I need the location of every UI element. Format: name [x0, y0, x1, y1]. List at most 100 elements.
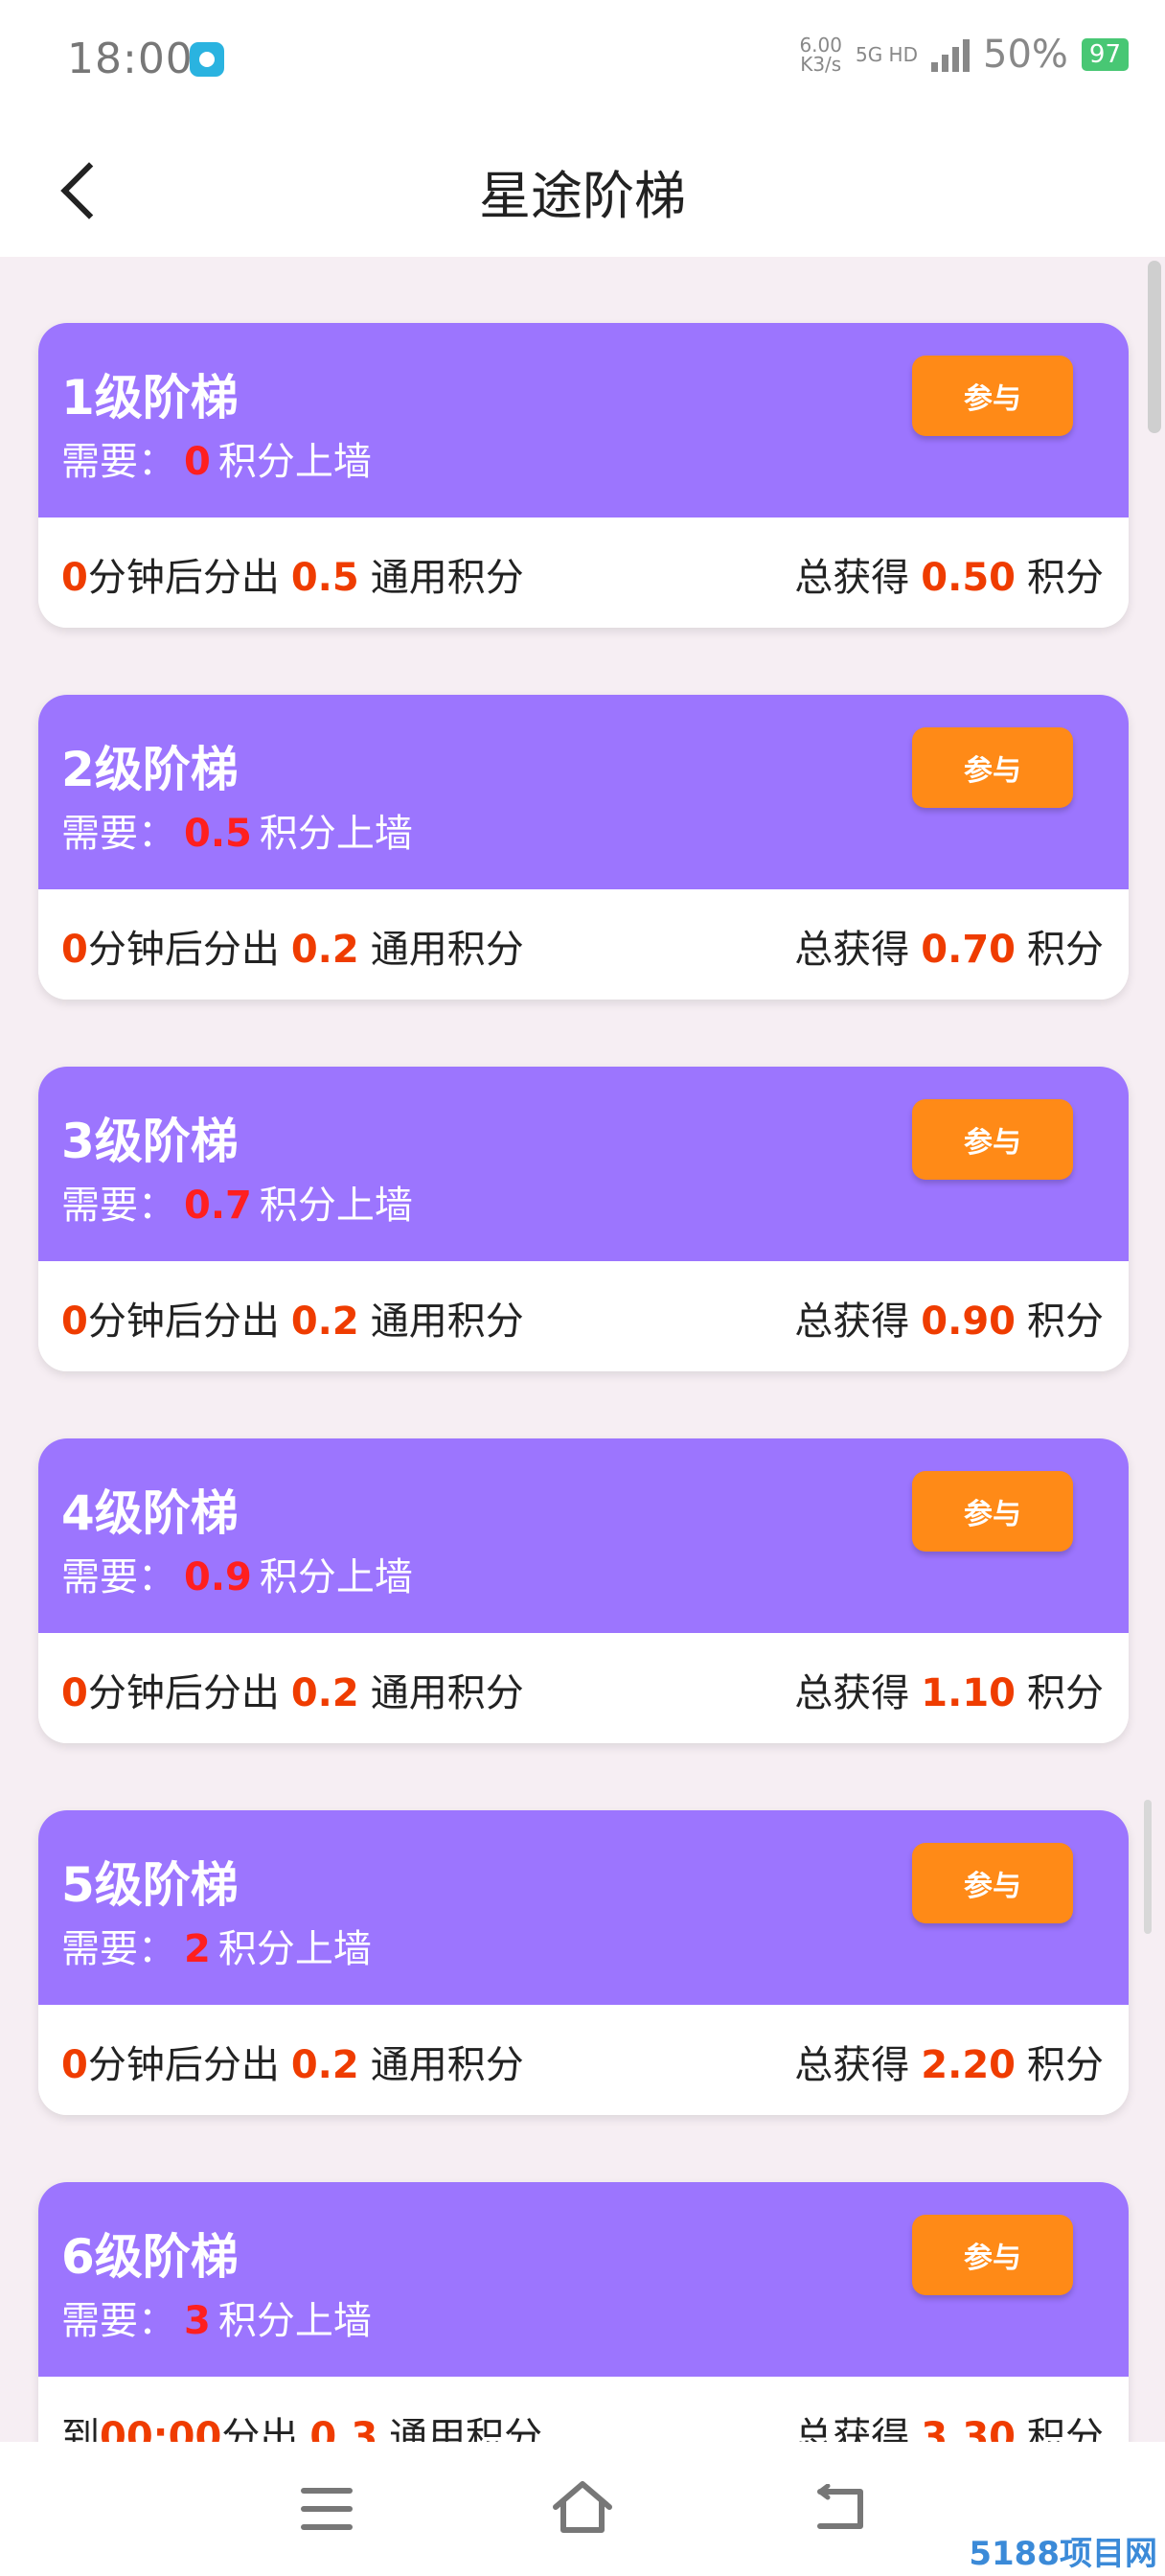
requirement-suffix: 积分上墙: [259, 812, 413, 856]
payout-timing: 分钟后分出: [87, 556, 280, 600]
tier-name: 2级阶梯: [61, 742, 239, 797]
watermark: 5188项目网: [969, 2535, 1157, 2573]
general-points-label: 通用积分: [370, 928, 524, 972]
total-value: 1.10: [921, 1671, 1016, 1715]
net-speed-unit: K3/s: [800, 53, 842, 76]
app-notification-icon: [190, 42, 224, 77]
net-speed: 6.00 K3/s: [799, 35, 842, 74]
requirement-value: 2: [184, 1927, 211, 1971]
payout-info: 0分钟后分出 0.2 通用积分: [61, 1290, 524, 1346]
requirement-suffix: 积分上墙: [259, 1184, 413, 1228]
net-speed-value: 6.00: [799, 34, 842, 57]
requirement-suffix: 积分上墙: [259, 1555, 413, 1599]
requirement-prefix: 需要：: [61, 2299, 176, 2343]
join-button[interactable]: 参与: [912, 1843, 1073, 1923]
tier-card-header: 5级阶梯 需要： 2 积分上墙 参与: [38, 1810, 1129, 2005]
tier-name: 6级阶梯: [61, 2229, 239, 2285]
join-button[interactable]: 参与: [912, 1471, 1073, 1552]
payout-amount: 0.2: [290, 2043, 359, 2087]
tier-card-header: 3级阶梯 需要： 0.7 积分上墙 参与: [38, 1067, 1129, 1261]
requirement-value: 0.9: [184, 1555, 252, 1599]
total-label: 总获得: [794, 1300, 910, 1344]
tier-card: 4级阶梯 需要： 0.9 积分上墙 参与 0分钟后分出 0.2 通用积分 总获得 1.10…: [38, 1438, 1129, 1743]
total-info: 总获得 0.50 积分: [794, 546, 1104, 602]
tier-name: 3级阶梯: [61, 1114, 239, 1169]
tier-name: 1级阶梯: [61, 370, 239, 426]
requirement-value: 3: [184, 2299, 211, 2343]
payout-minutes: 0: [61, 928, 88, 972]
points-label: 积分: [1027, 1300, 1104, 1344]
status-time: 18:00: [67, 34, 194, 83]
payout-amount: 0.2: [290, 928, 359, 972]
payout-minutes: 0: [61, 1300, 88, 1344]
total-info: 总获得 0.90 积分: [794, 1290, 1104, 1346]
join-button[interactable]: 参与: [912, 727, 1073, 808]
tier-card: 1级阶梯 需要： 0 积分上墙 参与 0分钟后分出 0.5 通用积分 总获得 0.50 积分: [38, 323, 1129, 628]
payout-timing: 分钟后分出: [87, 1671, 280, 1715]
menu-icon[interactable]: [301, 2488, 353, 2530]
battery-icon: 97: [1081, 38, 1129, 71]
tier-card-footer: 0分钟后分出 0.2 通用积分 总获得 2.20 积分: [38, 2005, 1129, 2115]
payout-minutes: 0: [61, 2043, 88, 2087]
requirement-value: 0.5: [184, 812, 252, 856]
payout-timing: 分钟后分出: [87, 2043, 280, 2087]
page-title: 星途阶梯: [479, 166, 686, 226]
join-button[interactable]: 参与: [912, 356, 1073, 436]
scrollbar-thumb[interactable]: [1148, 261, 1161, 433]
total-label: 总获得: [794, 1671, 910, 1715]
payout-timing: 分钟后分出: [87, 928, 280, 972]
scrollbar-indicator[interactable]: [1144, 1800, 1152, 1934]
tier-card: 2级阶梯 需要： 0.5 积分上墙 参与 0分钟后分出 0.2 通用积分 总获得 0.70…: [38, 695, 1129, 1000]
points-label: 积分: [1027, 556, 1104, 600]
payout-info: 0分钟后分出 0.2 通用积分: [61, 2034, 524, 2089]
tier-card-footer: 0分钟后分出 0.2 通用积分 总获得 0.70 积分: [38, 889, 1129, 1000]
payout-amount: 0.2: [290, 1671, 359, 1715]
requirement-prefix: 需要：: [61, 812, 176, 856]
status-right: 6.00 K3/s 5G HD 50% 97: [799, 33, 1129, 77]
points-label: 积分: [1027, 1671, 1104, 1715]
nav-back-icon[interactable]: [812, 2484, 870, 2534]
signal-icon: [931, 37, 970, 72]
home-icon[interactable]: [550, 2478, 615, 2536]
payout-info: 0分钟后分出 0.2 通用积分: [61, 1662, 524, 1717]
tier-card: 3级阶梯 需要： 0.7 积分上墙 参与 0分钟后分出 0.2 通用积分 总获得 0.90…: [38, 1067, 1129, 1371]
payout-info: 0分钟后分出 0.5 通用积分: [61, 546, 524, 602]
tier-name: 4级阶梯: [61, 1485, 239, 1541]
total-label: 总获得: [794, 928, 910, 972]
join-button[interactable]: 参与: [912, 2215, 1073, 2295]
general-points-label: 通用积分: [370, 1671, 524, 1715]
requirement-suffix: 积分上墙: [217, 2299, 372, 2343]
payout-amount: 0.5: [290, 556, 359, 600]
tier-card-footer: 0分钟后分出 0.5 通用积分 总获得 0.50 积分: [38, 518, 1129, 628]
tier-card-footer: 0分钟后分出 0.2 通用积分 总获得 0.90 积分: [38, 1261, 1129, 1371]
total-value: 0.90: [921, 1300, 1016, 1344]
tier-requirement: 需要： 0.5 积分上墙: [61, 802, 413, 858]
join-button[interactable]: 参与: [912, 1099, 1073, 1180]
total-label: 总获得: [794, 2043, 910, 2087]
tier-requirement: 需要： 0 积分上墙: [61, 430, 372, 486]
payout-timing: 分钟后分出: [87, 1300, 280, 1344]
requirement-prefix: 需要：: [61, 440, 176, 484]
status-bar: 18:00 6.00 K3/s 5G HD 50% 97: [0, 0, 1165, 123]
tier-card-header: 1级阶梯 需要： 0 积分上墙 参与: [38, 323, 1129, 518]
points-label: 积分: [1027, 2043, 1104, 2087]
requirement-value: 0: [184, 440, 211, 484]
tier-card-footer: 0分钟后分出 0.2 通用积分 总获得 1.10 积分: [38, 1633, 1129, 1743]
payout-minutes: 0: [61, 1671, 88, 1715]
tier-requirement: 需要： 0.7 积分上墙: [61, 1174, 413, 1230]
general-points-label: 通用积分: [370, 1300, 524, 1344]
general-points-label: 通用积分: [370, 2043, 524, 2087]
requirement-value: 0.7: [184, 1184, 252, 1228]
total-value: 2.20: [921, 2043, 1016, 2087]
total-info: 总获得 2.20 积分: [794, 2034, 1104, 2089]
app-header: 星途阶梯: [0, 123, 1165, 257]
requirement-prefix: 需要：: [61, 1184, 176, 1228]
points-label: 积分: [1027, 928, 1104, 972]
total-label: 总获得: [794, 556, 910, 600]
total-value: 0.70: [921, 928, 1016, 972]
tier-card-header: 4级阶梯 需要： 0.9 积分上墙 参与: [38, 1438, 1129, 1633]
payout-minutes: 0: [61, 556, 88, 600]
tier-requirement: 需要： 3 积分上墙: [61, 2289, 372, 2345]
general-points-label: 通用积分: [370, 556, 524, 600]
tier-requirement: 需要： 2 积分上墙: [61, 1918, 372, 1973]
